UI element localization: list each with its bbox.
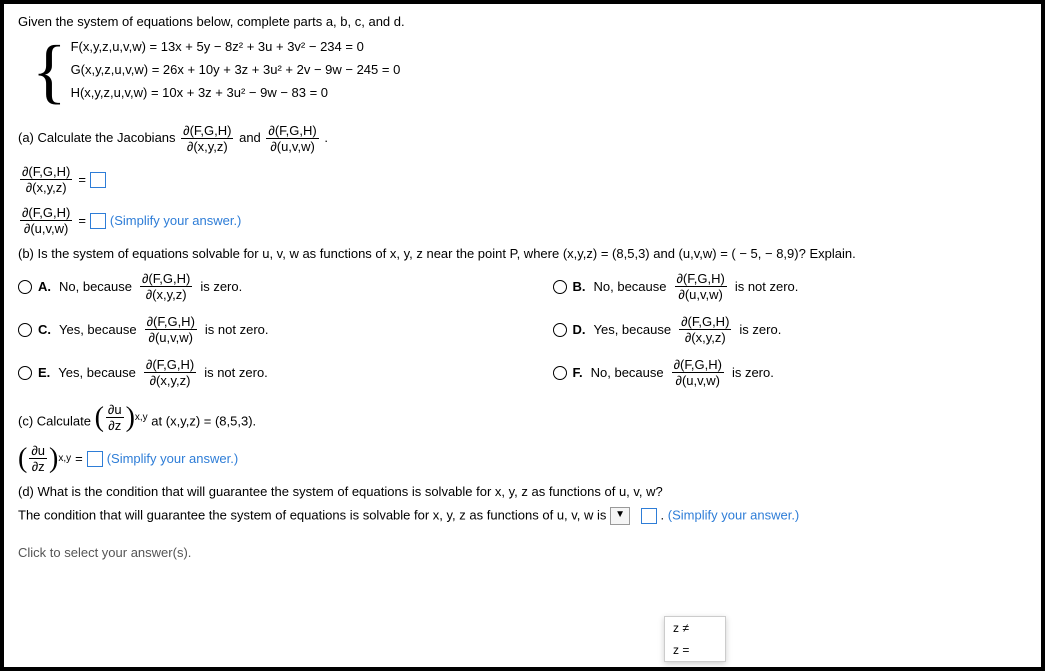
equation-h: H(x,y,z,u,v,w) = 10x + 3z + 3u² − 9w − 8… [71,85,401,100]
simplify-hint: (Simplify your answer.) [110,213,241,228]
left-brace-icon: { [32,35,67,107]
part-d-question: (d) What is the condition that will guar… [18,484,1027,499]
choice-e[interactable]: E. Yes, because ∂(F,G,H)∂(x,y,z) is not … [18,357,493,388]
radio-icon [553,366,567,380]
dropdown-option-eq[interactable]: z = [665,639,725,661]
radio-icon [553,323,567,337]
footer-instruction[interactable]: Click to select your answer(s). [18,545,1027,560]
part-b-prompt: (b) Is the system of equations solvable … [18,246,1027,261]
part-c-input[interactable] [87,451,103,467]
simplify-hint: (Simplify your answer.) [107,451,238,466]
choice-b[interactable]: B. No, because ∂(F,G,H)∂(u,v,w) is not z… [553,271,1028,302]
jacobian-uvw-input-row: ∂(F,G,H) ∂(u,v,w) = (Simplify your answe… [18,205,1027,236]
choice-f[interactable]: F. No, because ∂(F,G,H)∂(u,v,w) is zero. [553,357,1028,388]
jacobian-xyz-input-row: ∂(F,G,H) ∂(x,y,z) = [18,164,1027,195]
problem-instruction: Given the system of equations below, com… [18,14,1027,29]
part-a-prompt: (a) Calculate the Jacobians ∂(F,G,H) ∂(x… [18,123,1027,154]
part-b-choices: A. No, because ∂(F,G,H)∂(x,y,z) is zero.… [18,271,1027,388]
condition-value-input[interactable] [641,508,657,524]
radio-icon [553,280,567,294]
condition-dropdown[interactable]: ▼ [610,507,630,525]
equation-f: F(x,y,z,u,v,w) = 13x + 5y − 8z² + 3u + 3… [71,39,401,54]
dropdown-option-neq[interactable]: z ≠ [665,617,725,639]
equation-system: { F(x,y,z,u,v,w) = 13x + 5y − 8z² + 3u +… [32,37,1027,109]
part-c-answer-row: ( ∂u∂z ) x,y = (Simplify your answer.) [18,443,1027,474]
choice-a[interactable]: A. No, because ∂(F,G,H)∂(x,y,z) is zero. [18,271,493,302]
jacobian-uvw-input[interactable] [90,213,106,229]
radio-icon [18,366,32,380]
choice-c[interactable]: C. Yes, because ∂(F,G,H)∂(u,v,w) is not … [18,314,493,345]
part-c-prompt: (c) Calculate ( ∂u∂z ) x,y at (x,y,z) = … [18,402,1027,433]
radio-icon [18,280,32,294]
choice-d[interactable]: D. Yes, because ∂(F,G,H)∂(x,y,z) is zero… [553,314,1028,345]
dropdown-menu: z ≠ z = [664,616,726,662]
jacobian-xyz-input[interactable] [90,172,106,188]
equation-g: G(x,y,z,u,v,w) = 26x + 10y + 3z + 3u² + … [71,62,401,77]
part-d-answer-line: The condition that will guarantee the sy… [18,507,1027,525]
simplify-hint: (Simplify your answer.) [668,507,799,522]
radio-icon [18,323,32,337]
